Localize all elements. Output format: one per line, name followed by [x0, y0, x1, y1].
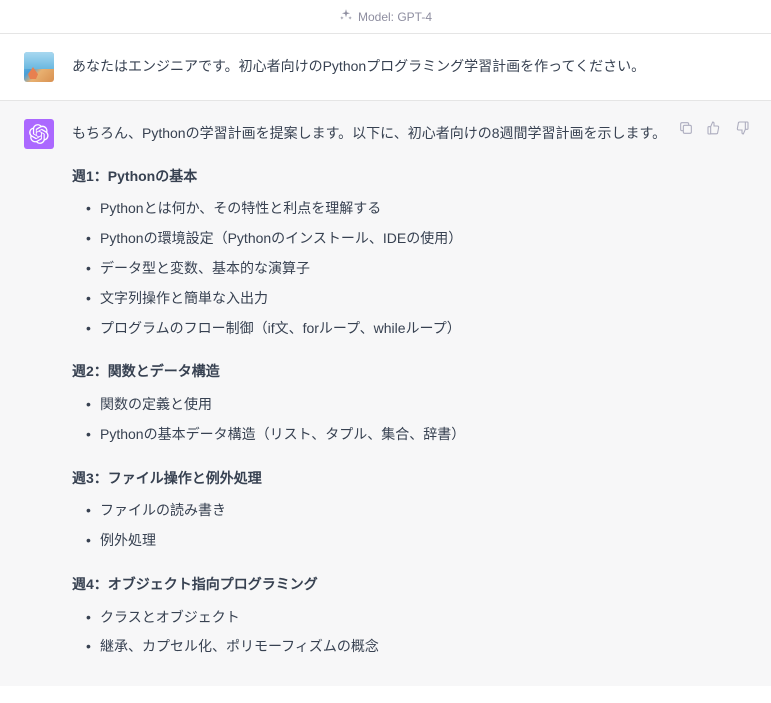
- thumbs-down-button[interactable]: [733, 119, 751, 137]
- sparkle-icon: [339, 8, 353, 25]
- list-item: ファイルの読み書き: [86, 498, 692, 524]
- list-item: 文字列操作と簡単な入出力: [86, 286, 692, 312]
- list-item: 継承、カプセル化、ポリモーフィズムの概念: [86, 634, 692, 660]
- model-label: Model: GPT-4: [358, 10, 432, 24]
- list-item: クラスとオブジェクト: [86, 605, 692, 631]
- list-item: Pythonとは何か、その特性と利点を理解する: [86, 196, 692, 222]
- message-actions: [677, 119, 751, 137]
- list-item: 例外処理: [86, 528, 692, 554]
- section-heading: 週3：ファイル操作と例外処理: [72, 466, 692, 491]
- model-banner: Model: GPT-4: [0, 0, 771, 34]
- copy-button[interactable]: [677, 119, 695, 137]
- section-list: ファイルの読み書き 例外処理: [72, 498, 692, 554]
- list-item: 関数の定義と使用: [86, 392, 692, 418]
- section-heading: 週1：Pythonの基本: [72, 164, 692, 189]
- section-heading: 週2：関数とデータ構造: [72, 359, 692, 384]
- user-message-content: あなたはエンジニアです。初心者向けのPythonプログラミング学習計画を作ってく…: [72, 52, 692, 82]
- list-item: データ型と変数、基本的な演算子: [86, 256, 692, 282]
- user-avatar: [24, 52, 54, 82]
- assistant-message-row: もちろん、Pythonの学習計画を提案します。以下に、初心者向けの8週間学習計画…: [0, 101, 771, 686]
- thumbs-up-button[interactable]: [705, 119, 723, 137]
- assistant-avatar: [24, 119, 54, 149]
- user-message-text: あなたはエンジニアです。初心者向けのPythonプログラミング学習計画を作ってく…: [72, 58, 645, 74]
- section-heading: 週4：オブジェクト指向プログラミング: [72, 572, 692, 597]
- assistant-message-content: もちろん、Pythonの学習計画を提案します。以下に、初心者向けの8週間学習計画…: [72, 119, 692, 668]
- section-list: クラスとオブジェクト 継承、カプセル化、ポリモーフィズムの概念: [72, 605, 692, 661]
- section-list: 関数の定義と使用 Pythonの基本データ構造（リスト、タプル、集合、辞書）: [72, 392, 692, 448]
- list-item: Pythonの環境設定（Pythonのインストール、IDEの使用）: [86, 226, 692, 252]
- assistant-intro: もちろん、Pythonの学習計画を提案します。以下に、初心者向けの8週間学習計画…: [72, 121, 692, 146]
- list-item: プログラムのフロー制御（if文、forループ、whileループ）: [86, 316, 692, 342]
- section-list: Pythonとは何か、その特性と利点を理解する Pythonの環境設定（Pyth…: [72, 196, 692, 341]
- user-message-row: あなたはエンジニアです。初心者向けのPythonプログラミング学習計画を作ってく…: [0, 34, 771, 101]
- list-item: Pythonの基本データ構造（リスト、タプル、集合、辞書）: [86, 422, 692, 448]
